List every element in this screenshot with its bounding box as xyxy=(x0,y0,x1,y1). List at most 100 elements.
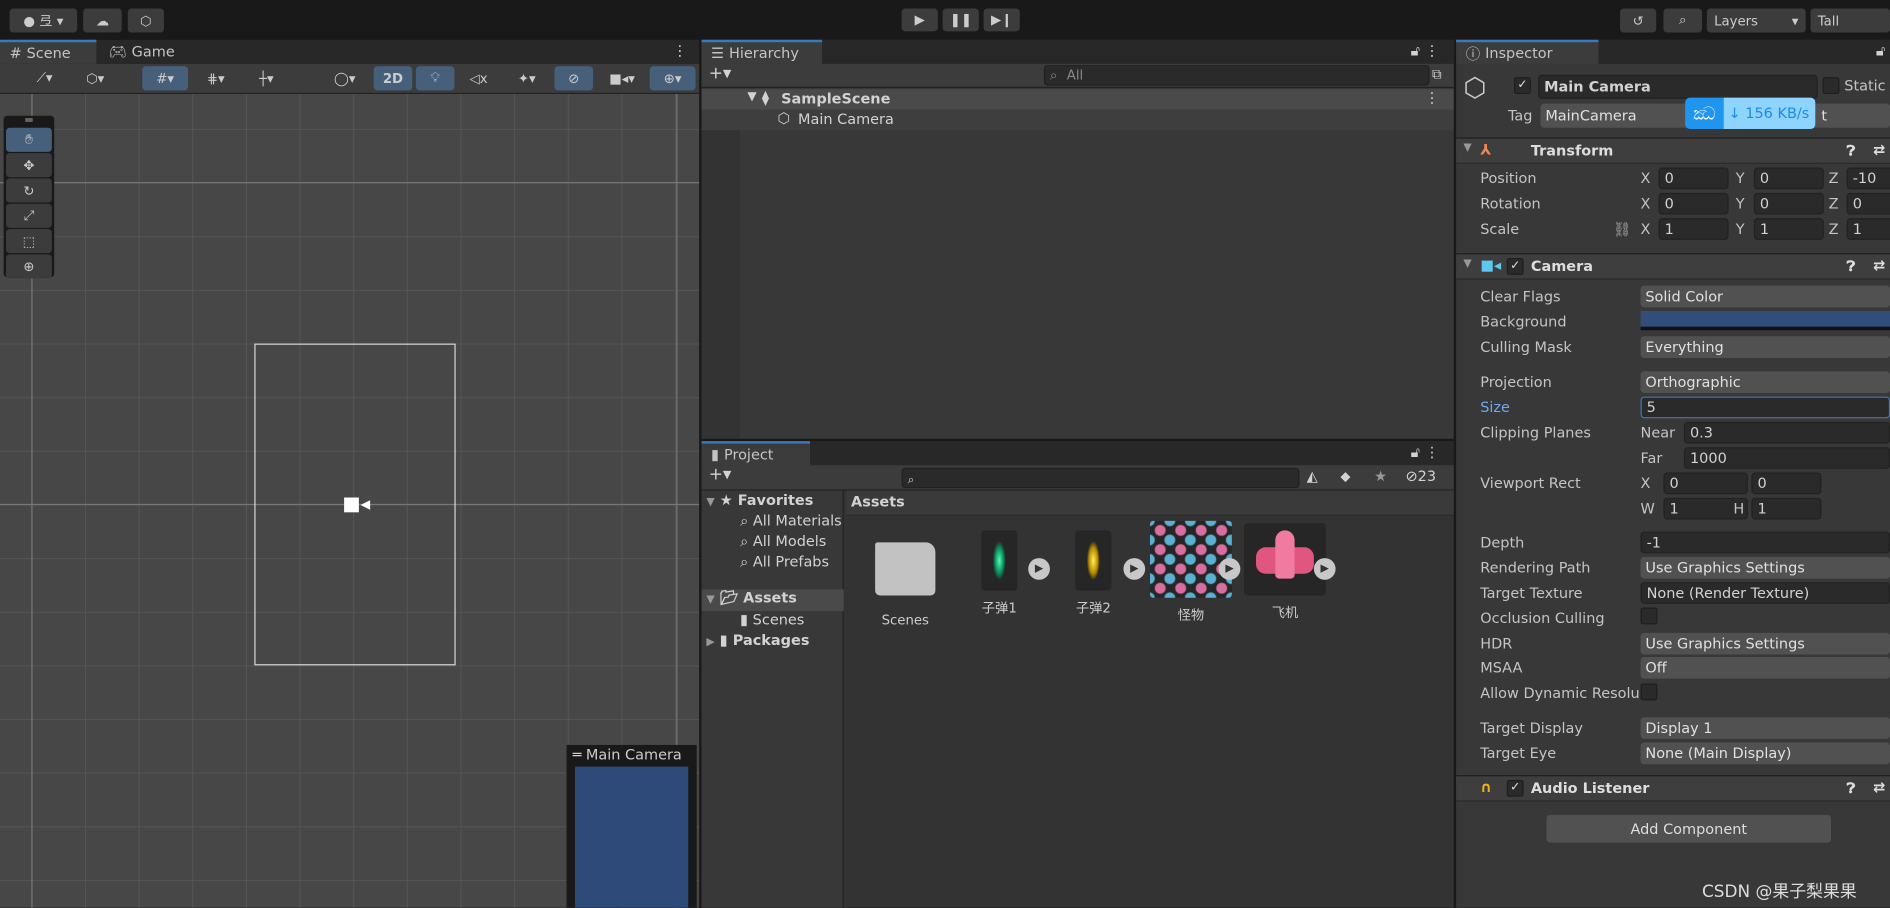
scene-row[interactable]: ▼ ⧫ SampleScene ⋮ xyxy=(701,89,1454,110)
help-icon[interactable]: ❓︎ xyxy=(1847,258,1856,276)
audio-listener-header[interactable]: ∩ ✓ Audio Listener ❓︎ ⇄ xyxy=(1456,775,1890,802)
add-component-button[interactable]: Add Component xyxy=(1546,814,1832,843)
filter-label-icon[interactable]: ⬥ xyxy=(1340,468,1350,486)
static-checkbox[interactable] xyxy=(1822,77,1840,95)
far-input[interactable]: 1000 xyxy=(1683,447,1890,469)
tab-hierarchy[interactable]: ☰ Hierarchy xyxy=(701,39,823,64)
2d-toggle[interactable]: 2D xyxy=(373,66,413,91)
viewport-h-input[interactable]: 1 xyxy=(1751,497,1822,520)
expand-sprite-icon[interactable]: ▶ xyxy=(1028,558,1050,580)
audio-toggle[interactable]: ◁x xyxy=(459,66,498,91)
rendering-path-dropdown[interactable]: Use Graphics Settings xyxy=(1640,556,1890,579)
asset-monsters[interactable]: 怪物 xyxy=(1149,520,1233,624)
tab-inspector[interactable]: ⓘ Inspector xyxy=(1456,39,1599,64)
grid-snap-button[interactable]: #▾ xyxy=(142,66,189,91)
camera-button[interactable]: ■◂▾ xyxy=(597,66,647,91)
settings-icon[interactable]: ⇄ xyxy=(1873,779,1885,796)
orientation-button[interactable]: ◯▾ xyxy=(320,66,369,91)
more-menu-icon[interactable]: ⋮ xyxy=(1425,444,1439,461)
target-texture-field[interactable]: None (Render Texture) xyxy=(1640,582,1890,604)
scale-z-input[interactable]: 1 xyxy=(1846,218,1890,240)
history-button[interactable]: ↺ xyxy=(1620,8,1657,33)
create-button[interactable]: +▾ xyxy=(709,465,732,484)
hdr-dropdown[interactable]: Use Graphics Settings xyxy=(1640,632,1890,655)
rotation-y-input[interactable]: 0 xyxy=(1753,192,1824,215)
transform-tool[interactable]: ⊕ xyxy=(6,254,52,279)
project-search-input[interactable]: ⌕ xyxy=(901,467,1300,489)
expand-arrow-icon[interactable]: ▼ xyxy=(747,90,756,103)
add-button[interactable]: +▾ xyxy=(709,64,732,83)
collab-button[interactable]: ⬡ xyxy=(127,8,164,33)
rect-tool[interactable]: ⬚ xyxy=(6,229,52,254)
dynamic-resolution-checkbox[interactable] xyxy=(1640,683,1658,701)
rotation-x-input[interactable]: 0 xyxy=(1658,192,1729,215)
more-menu-icon[interactable]: ⋮ xyxy=(1425,42,1439,59)
rotation-z-input[interactable]: 0 xyxy=(1846,192,1890,215)
occlusion-culling-checkbox[interactable] xyxy=(1640,607,1658,625)
tree-fav-item[interactable]: ⌕ All Materials xyxy=(740,512,842,530)
favorite-star-icon[interactable]: ★ xyxy=(1374,468,1387,485)
asset-scenes[interactable]: Scenes xyxy=(863,530,947,628)
camera-enabled-checkbox[interactable]: ✓ xyxy=(1506,257,1524,275)
tab-game[interactable]: 🎮︎ Game xyxy=(99,40,185,64)
lock-icon[interactable]: 🔓︎ xyxy=(1411,42,1420,60)
object-name-input[interactable]: Main Camera xyxy=(1538,74,1818,99)
play-button[interactable]: ▶ xyxy=(901,8,938,32)
move-tool[interactable]: ✥ xyxy=(6,153,52,178)
camera-header[interactable]: ▼ ■◂ ✓ Camera ❓︎ ⇄ xyxy=(1456,253,1890,280)
target-display-dropdown[interactable]: Display 1 xyxy=(1640,717,1890,739)
snap-button[interactable]: ⋕▾ xyxy=(192,66,239,91)
settings-icon[interactable]: ⇄ xyxy=(1873,257,1885,274)
account-dropdown[interactable]: ● 弖 ▾ xyxy=(9,8,78,33)
render-mode-button[interactable]: ⬡▾ xyxy=(72,66,119,91)
msaa-dropdown[interactable]: Off xyxy=(1640,656,1890,679)
scene-viewport[interactable]: ■◂ ═ ✋︎ ✥ ↻ ⤢ ⬚ ⊕ ═ Main Camera xyxy=(0,94,700,908)
expand-sprite-icon[interactable]: ▶ xyxy=(1123,558,1146,580)
tree-fav-item[interactable]: ⌕ All Prefabs xyxy=(740,553,829,571)
step-button[interactable]: ▶❙ xyxy=(983,8,1020,32)
camera-gizmo-icon[interactable]: ■◂ xyxy=(342,492,370,515)
scale-tool[interactable]: ⤢ xyxy=(6,203,52,228)
tree-assets[interactable]: ▼ 📂︎ Assets xyxy=(701,589,844,612)
projection-dropdown[interactable]: Orthographic xyxy=(1640,371,1890,393)
layers-dropdown[interactable]: Layers ▾ xyxy=(1706,8,1806,33)
draw-mode-button[interactable]: ⟋▾ xyxy=(21,66,68,91)
hierarchy-item[interactable]: ⬡ Main Camera xyxy=(701,109,1454,131)
target-eye-dropdown[interactable]: None (Main Display) xyxy=(1640,742,1890,765)
clear-flags-dropdown[interactable]: Solid Color xyxy=(1640,285,1890,308)
collapse-arrow-icon[interactable]: ▼ xyxy=(1463,142,1471,154)
constrain-proportions-icon[interactable]: ⛓︎ xyxy=(1613,221,1631,238)
tab-scene[interactable]: # Scene xyxy=(0,39,97,64)
expand-sprite-icon[interactable]: ▶ xyxy=(1313,558,1336,580)
active-checkbox[interactable]: ✓ xyxy=(1513,77,1531,95)
more-menu-icon[interactable]: ⋮ xyxy=(1425,89,1439,106)
filter-type-icon[interactable]: ◭ xyxy=(1307,468,1318,485)
depth-input[interactable]: -1 xyxy=(1640,531,1890,554)
download-speed-overlay[interactable]: ඣ ↓ 156 KB/s xyxy=(1685,97,1816,129)
tree-packages[interactable]: ▶ ▮ Packages xyxy=(706,632,809,649)
background-color-field[interactable] xyxy=(1640,310,1890,331)
tree-fav-item[interactable]: ⌕ All Models xyxy=(740,533,826,551)
position-x-input[interactable]: 0 xyxy=(1658,167,1729,190)
position-y-input[interactable]: 0 xyxy=(1753,167,1824,190)
rotate-tool[interactable]: ↻ xyxy=(6,178,52,203)
near-input[interactable]: 0.3 xyxy=(1683,421,1890,444)
expand-sprite-icon[interactable]: ▶ xyxy=(1218,558,1241,580)
settings-icon[interactable]: ⇄ xyxy=(1873,141,1885,158)
search-button[interactable]: ⌕ xyxy=(1663,8,1703,33)
scale-x-input[interactable]: 1 xyxy=(1658,218,1729,240)
search-mode-icon[interactable]: ⧉ xyxy=(1432,66,1441,83)
viewport-y-input[interactable]: 0 xyxy=(1751,472,1822,495)
size-input[interactable]: 5 xyxy=(1640,396,1890,419)
asset-bullet2[interactable]: 子弹2 xyxy=(1051,530,1135,617)
hand-tool[interactable]: ✋︎ xyxy=(6,127,52,152)
tree-favorites[interactable]: ▼ ★ Favorites xyxy=(706,492,813,509)
help-icon[interactable]: ❓︎ xyxy=(1847,780,1856,798)
cloud-button[interactable]: ☁ xyxy=(83,8,122,33)
help-icon[interactable]: ❓︎ xyxy=(1847,142,1856,160)
increment-snap-button[interactable]: ┼▾ xyxy=(243,66,290,91)
lock-icon[interactable]: 🔓︎ xyxy=(1411,444,1420,462)
asset-plane[interactable]: 飞机 xyxy=(1243,523,1327,622)
breadcrumb[interactable]: Assets xyxy=(846,490,1454,516)
more-menu-icon[interactable]: ⋮ xyxy=(673,42,687,59)
